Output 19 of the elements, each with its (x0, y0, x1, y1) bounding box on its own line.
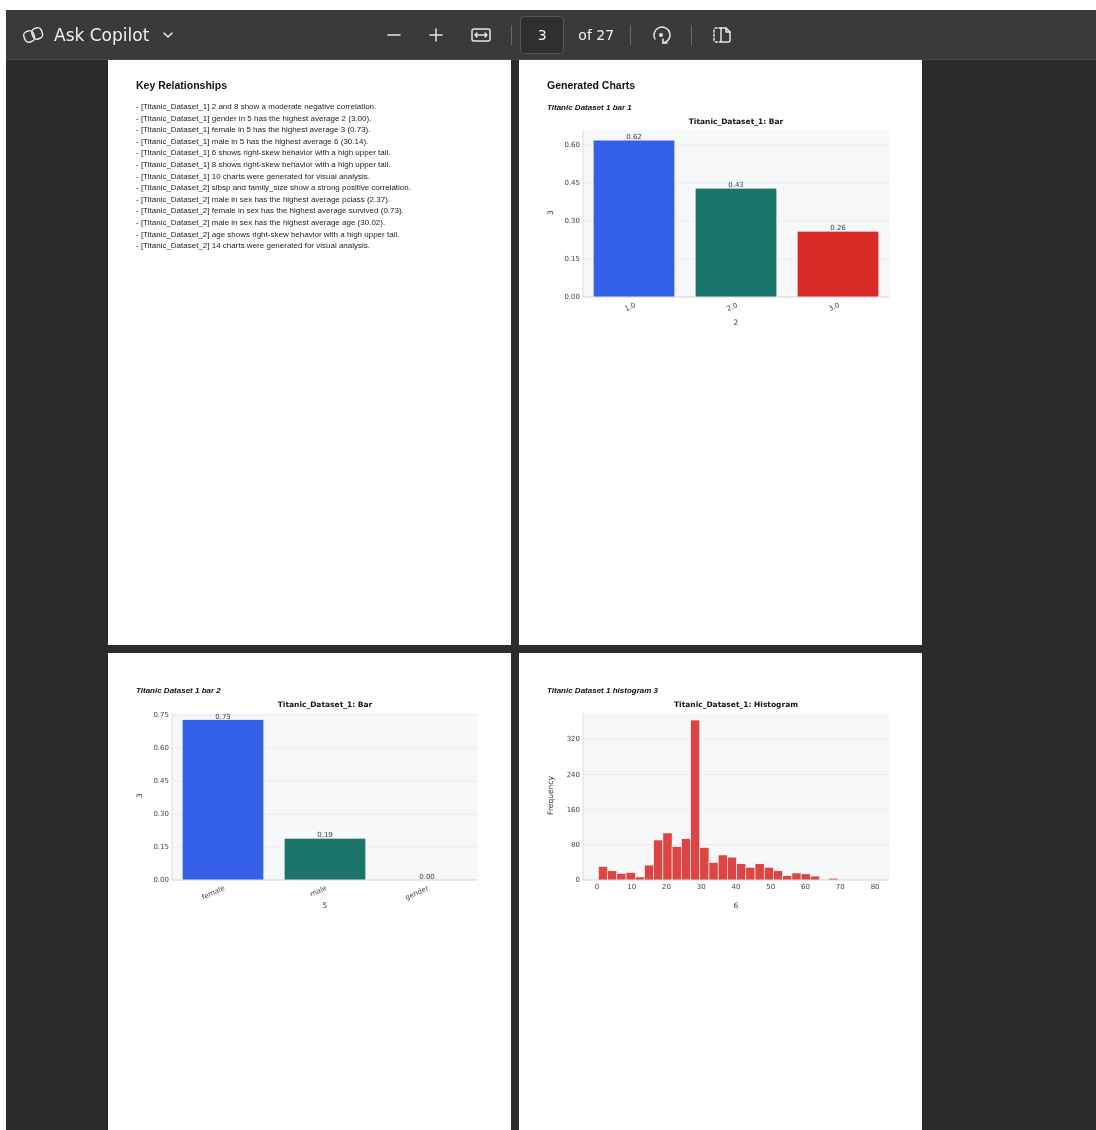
list-item: - [Titanic_Dataset_2] female in sex has the highest average survived (0.73). (136, 205, 405, 217)
list-item: - [Titanic_Dataset_1] female in 5 has the highest average 3 (0.73). (136, 124, 372, 136)
list-item: - [Titanic_Dataset_2] 14 charts were generated for visual analysis. (136, 240, 372, 252)
figure-caption: Titanic Dataset 1 bar 2 (136, 686, 222, 695)
section-heading: Generated Charts (547, 79, 637, 91)
list-item: - [Titanic_Dataset_2] sibsp and family_size show a strong positive correlation. (136, 182, 412, 194)
figure-caption: Titanic Dataset 1 bar 1 (547, 103, 633, 112)
list-item: - [Titanic_Dataset_1] gender in 5 has the highest average 2 (3.00). (136, 112, 373, 125)
list-item: - [Titanic_Dataset_2] age shows right-skew behavior with a high upper tail. (136, 228, 401, 241)
list-item: - [Titanic_Dataset_1] 6 shows right-skew behavior with a high upper tail. (136, 147, 392, 159)
figure-caption: Titanic Dataset 1 histogram 3 (547, 686, 659, 695)
list-item: - [Titanic_Dataset_1] male in 5 has the highest average 6 (30.14). (136, 135, 370, 148)
section-heading: Key Relationships (136, 79, 229, 91)
list-item: - [Titanic_Dataset_1] 8 shows right-skew behavior with a high upper tail. (136, 158, 392, 171)
page-count: of 27 (578, 26, 615, 43)
list-item: - [Titanic_Dataset_1] 2 and 8 show a moderate negative correlation. (136, 101, 378, 113)
list-item: - [Titanic_Dataset_2] male in sex has the highest average age (30.02). (136, 216, 387, 229)
list-item: - [Titanic_Dataset_2] male in sex has the highest average pclass (2.37). (136, 193, 392, 206)
list-item: - [Titanic_Dataset_1] 10 charts were generated for visual analysis. (136, 170, 372, 183)
